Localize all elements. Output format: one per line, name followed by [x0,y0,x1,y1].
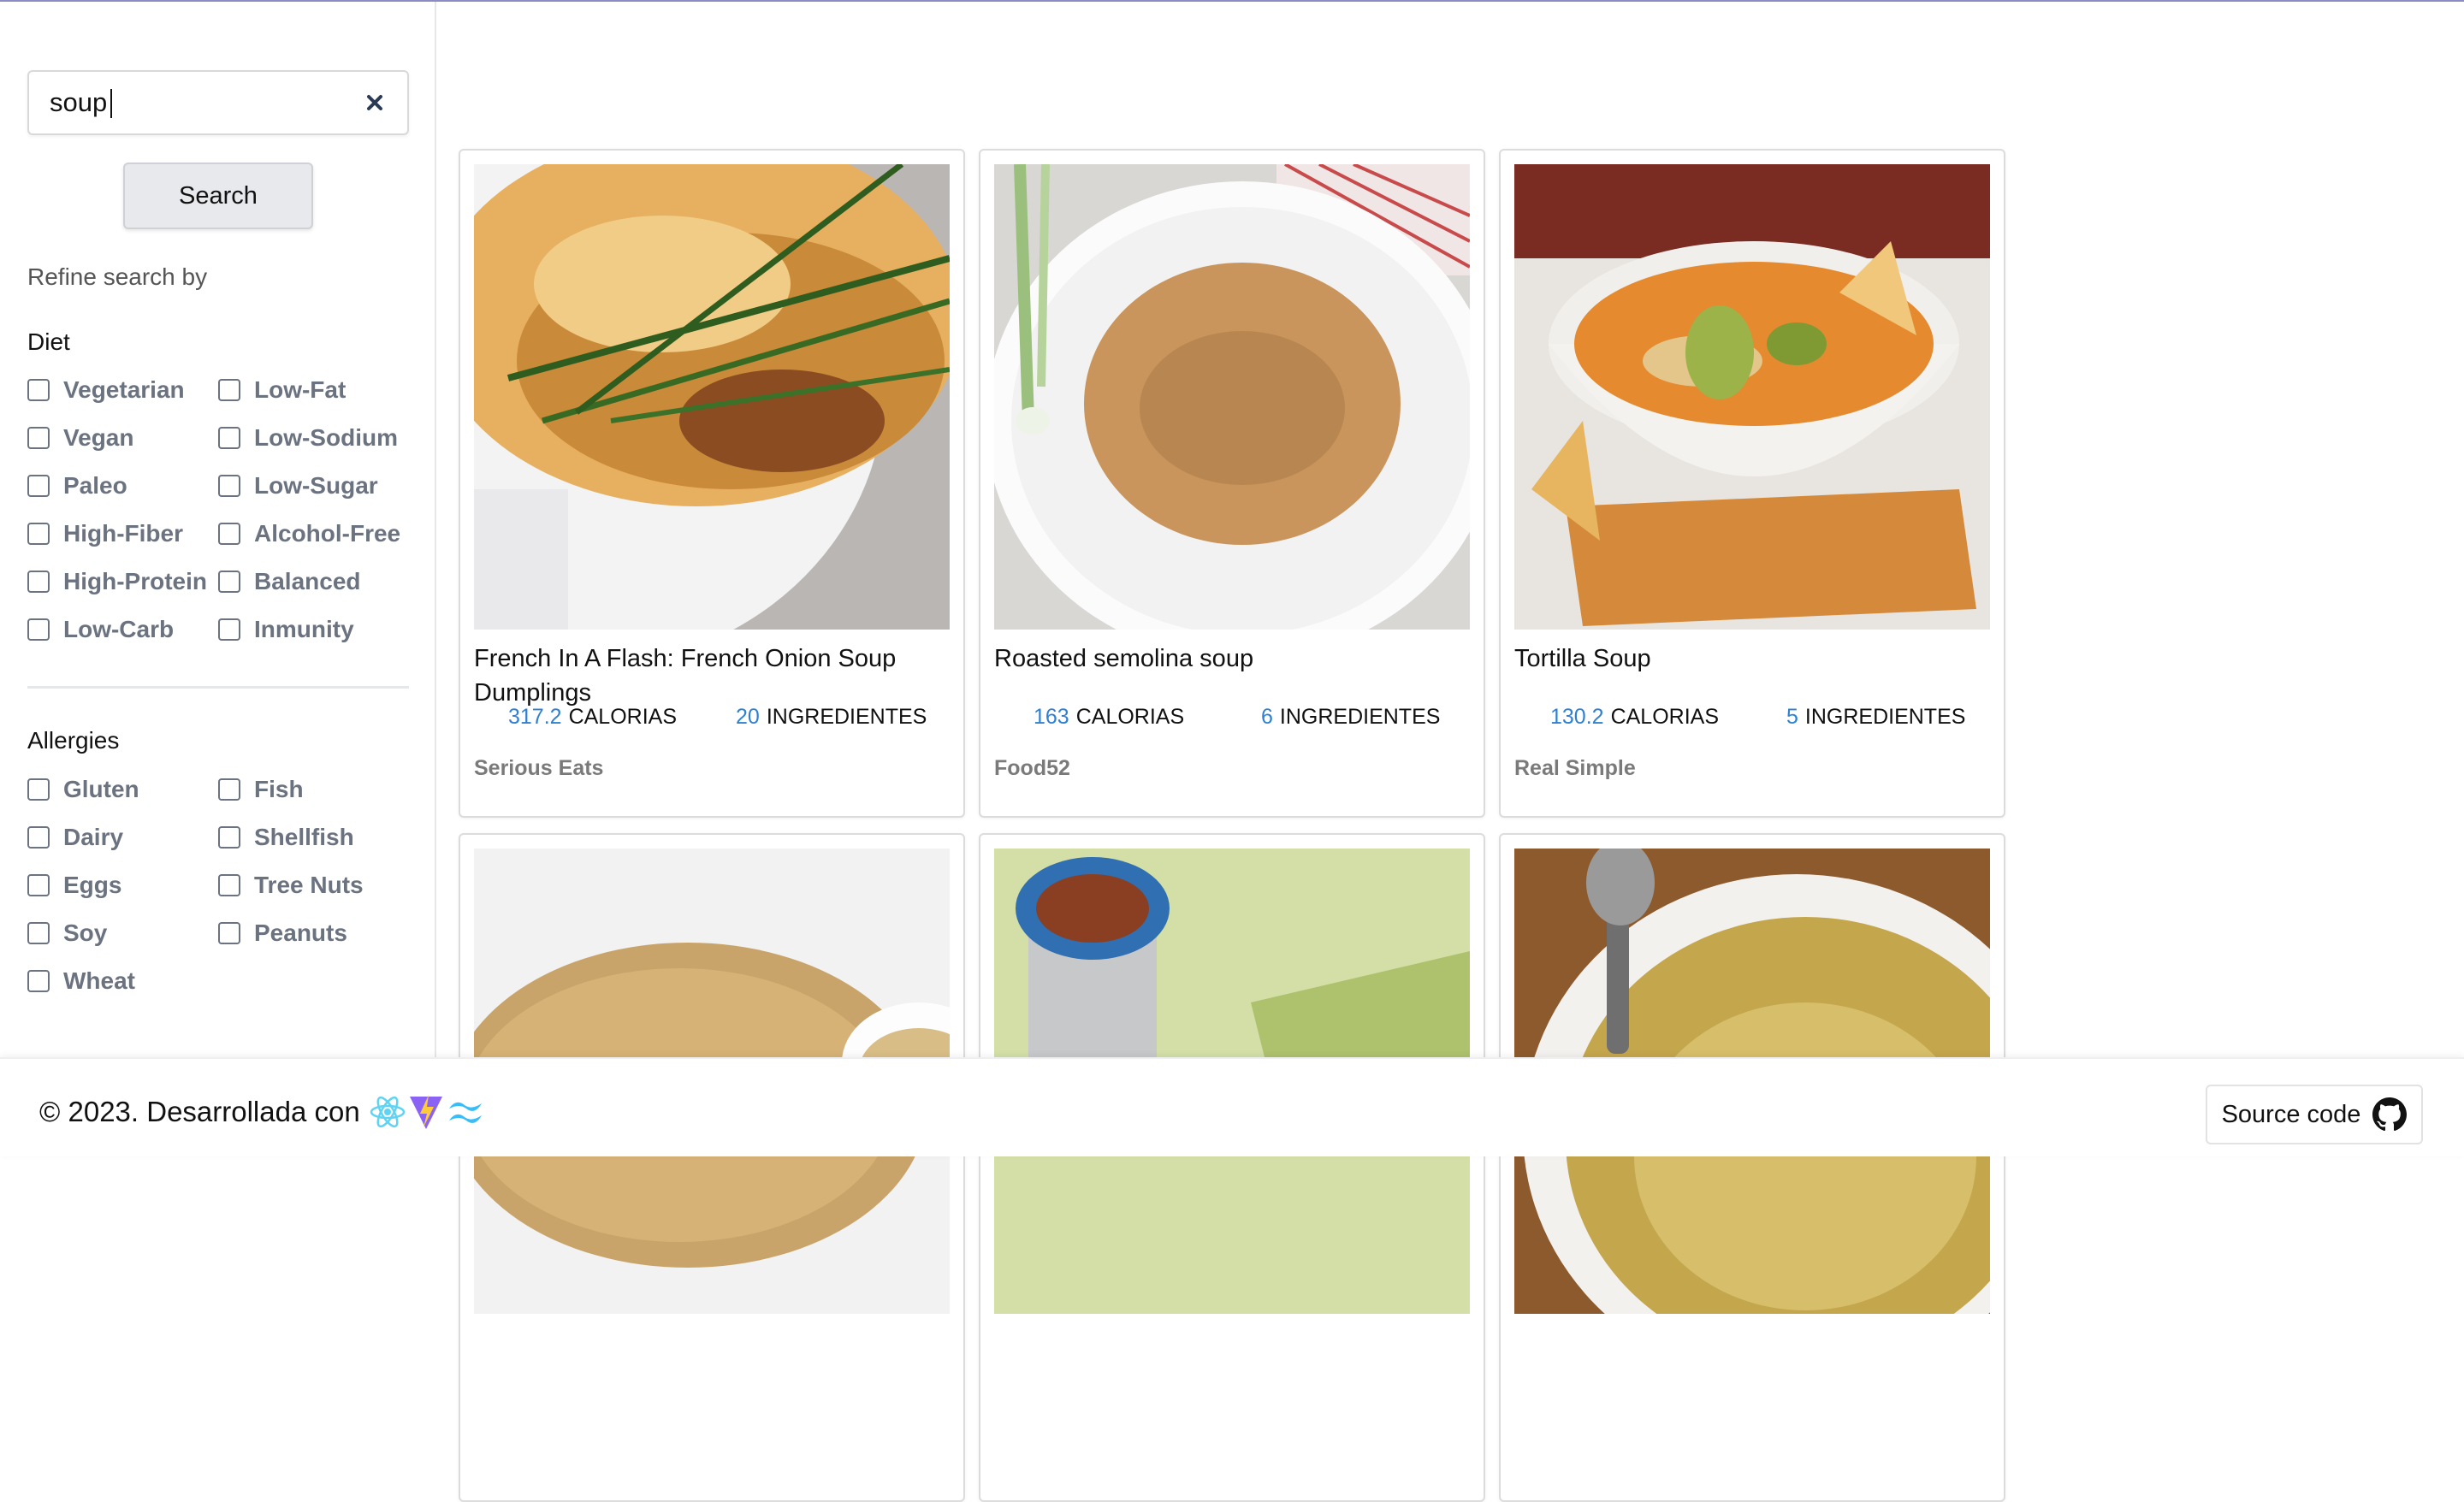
diet-option-alcohol-free[interactable]: Alcohol-Free [218,517,400,551]
checkbox[interactable] [27,618,50,641]
recipe-stats: 130.2 CALORIAS 5 INGREDIENTES [1514,705,1990,739]
calories-stat: 130.2 CALORIAS [1550,705,1719,729]
github-icon [2372,1097,2408,1132]
checkbox[interactable] [27,826,50,849]
tech-icons [369,1093,487,1131]
recipe-stats: 317.2 CALORIAS 20 INGREDIENTES [474,705,950,739]
text-caret [110,89,112,118]
refine-label: Refine search by [27,263,208,290]
checkbox[interactable] [218,874,240,896]
react-icon [370,1096,405,1128]
diet-title: Diet [27,328,70,355]
checkbox[interactable] [27,475,50,497]
checkbox[interactable] [218,922,240,944]
checkbox[interactable] [27,379,50,401]
checkbox[interactable] [27,970,50,992]
recipe-source: Food52 [994,756,1070,780]
allergy-option-gluten[interactable]: Gluten [27,772,139,807]
checkbox[interactable] [27,778,50,801]
allergies-title: Allergies [27,727,120,754]
diet-option-vegetarian[interactable]: Vegetarian [27,373,185,407]
diet-option-low-sugar[interactable]: Low-Sugar [218,469,378,503]
recipe-title: Tortilla Soup [1514,645,1651,672]
checkbox[interactable] [27,874,50,896]
recipe-source: Real Simple [1514,756,1636,780]
diet-option-low-fat[interactable]: Low-Fat [218,373,346,407]
checkbox[interactable] [27,427,50,449]
ingredients-stat: 20 INGREDIENTES [736,705,927,729]
allergy-option-wheat[interactable]: Wheat [27,964,135,998]
diet-option-high-protein[interactable]: High-Protein [27,565,207,599]
diet-option-vegan[interactable]: Vegan [27,421,133,455]
checkbox[interactable] [218,475,240,497]
diet-option-inmunity[interactable]: Inmunity [218,612,354,647]
recipe-stats: 163 CALORIAS 6 INGREDIENTES [994,705,1470,739]
diet-option-low-carb[interactable]: Low-Carb [27,612,174,647]
recipe-card[interactable]: French In A Flash: French Onion Soup Dum… [459,149,965,818]
recipe-image [474,164,950,630]
clear-icon[interactable] [361,89,388,116]
ingredients-stat: 5 INGREDIENTES [1786,705,1966,729]
copyright: © 2023. Desarrollada con [39,1093,487,1131]
allergy-option-dairy[interactable]: Dairy [27,820,123,854]
allergy-option-fish[interactable]: Fish [218,772,304,807]
search-box [27,70,409,135]
recipe-title: Roasted semolina soup [994,645,1254,672]
recipe-card[interactable] [979,833,1485,1502]
diet-option-low-sodium[interactable]: Low-Sodium [218,421,398,455]
recipe-card[interactable]: Roasted semolina soup 163 CALORIAS 6 INGRE… [979,149,1485,818]
checkbox[interactable] [218,618,240,641]
sidebar: Search Refine search by Diet Vegetarian … [0,2,436,1057]
allergy-option-peanuts[interactable]: Peanuts [218,916,347,950]
diet-option-paleo[interactable]: Paleo [27,469,127,503]
recipe-image [994,164,1470,630]
allergy-option-tree-nuts[interactable]: Tree Nuts [218,868,364,902]
allergy-option-eggs[interactable]: Eggs [27,868,121,902]
calories-stat: 163 CALORIAS [1034,705,1185,729]
checkbox[interactable] [27,922,50,944]
diet-option-high-fiber[interactable]: High-Fiber [27,517,183,551]
recipe-source: Serious Eats [474,756,604,780]
checkbox[interactable] [27,571,50,593]
search-input[interactable] [50,72,358,133]
recipe-card[interactable] [459,833,965,1502]
ingredients-stat: 6 INGREDIENTES [1261,705,1441,729]
recipe-card[interactable]: Tortilla Soup 130.2 CALORIAS 5 INGREDIENTE… [1499,149,2005,818]
search-button[interactable]: Search [123,163,313,229]
checkbox[interactable] [218,379,240,401]
recipe-card[interactable] [1499,833,2005,1502]
recipe-title: French In A Flash: French Onion Soup Dum… [474,645,897,707]
calories-stat: 317.2 CALORIAS [508,705,677,729]
tailwind-icon [448,1102,482,1123]
recipe-image [1514,164,1990,630]
checkbox[interactable] [218,427,240,449]
checkbox[interactable] [218,523,240,545]
divider [27,686,409,689]
checkbox[interactable] [218,778,240,801]
footer: © 2023. Desarrollada con Source code [0,1057,2464,1156]
diet-option-balanced[interactable]: Balanced [218,565,361,599]
source-code-button[interactable]: Source code [2206,1085,2423,1144]
checkbox[interactable] [27,523,50,545]
checkbox[interactable] [218,571,240,593]
checkbox[interactable] [218,826,240,849]
vite-icon [409,1095,442,1129]
allergy-option-shellfish[interactable]: Shellfish [218,820,354,854]
allergy-option-soy[interactable]: Soy [27,916,107,950]
